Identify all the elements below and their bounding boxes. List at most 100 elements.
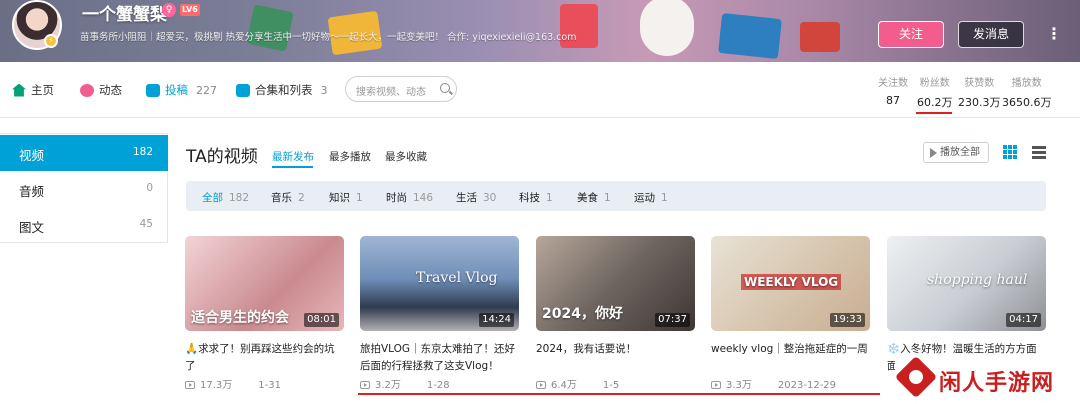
tab-label: 主页 xyxy=(31,83,54,97)
sort-latest[interactable]: 最新发布 xyxy=(272,149,314,164)
video-duration: 19:33 xyxy=(830,313,865,327)
sidebar-item-label: 图文 xyxy=(19,220,45,235)
watermark: 闲人手游网 xyxy=(894,355,1080,404)
filter-fashion[interactable]: 时尚 146 xyxy=(386,190,433,205)
thumbnail-caption: WEEKLY VLOG xyxy=(741,274,842,290)
video-meta: 17.3万 1-31 xyxy=(185,376,344,391)
tab-label: 动态 xyxy=(99,83,122,97)
filter-label: 科技 xyxy=(519,192,540,204)
sidebar-item-article[interactable]: 图文 45 xyxy=(0,207,168,243)
tab-uploads[interactable]: 投稿 227 xyxy=(146,81,217,99)
sidebar-item-video[interactable]: 视频 182 xyxy=(0,135,168,171)
gift-box-decoration xyxy=(800,22,840,52)
upload-icon xyxy=(146,83,160,97)
thumbnail-caption: shopping haul xyxy=(927,272,1028,288)
stat-label: 播放数 xyxy=(1011,78,1042,89)
annotation-underline xyxy=(358,393,880,395)
annotation-underline xyxy=(916,112,952,114)
video-thumbnail[interactable]: 适合男生的约会 08:01 xyxy=(185,236,344,331)
video-thumbnail[interactable]: 2024，你好 07:37 xyxy=(536,236,695,331)
thumbnail-caption: 适合男生的约会 xyxy=(191,310,289,326)
sidebar-item-count: 182 xyxy=(132,146,153,158)
publish-date: 1-5 xyxy=(602,380,620,391)
list-view-icon[interactable] xyxy=(1032,146,1046,159)
sort-most-played[interactable]: 最多播放 xyxy=(329,149,371,164)
stat-label: 关注数 xyxy=(878,78,908,89)
vip-badge-icon: ⚡ xyxy=(44,34,58,48)
message-button[interactable]: 发消息 xyxy=(958,21,1024,48)
video-title[interactable]: weekly vlog｜整治拖延症的一周 xyxy=(711,341,870,358)
video-card[interactable]: shopping haul 04:17 ❄️入冬好物！温暖生活的方方面面 xyxy=(887,236,1046,372)
play-icon xyxy=(930,148,937,158)
video-card[interactable]: 适合男生的约会 08:01 🙏求求了！别再踩这些约会的坑了 17.3万 1-31 xyxy=(185,236,344,391)
filter-all[interactable]: 全部 182 xyxy=(202,190,249,205)
video-meta: 6.4万 1-5 xyxy=(536,376,695,391)
female-icon: ♀ xyxy=(162,3,176,17)
play-count-icon xyxy=(711,381,721,389)
filter-label: 知识 xyxy=(329,192,350,204)
tab-collections[interactable]: 合集和列表 3 xyxy=(236,81,328,99)
filter-count: 2 xyxy=(298,192,305,204)
publish-date: 2023-12-29 xyxy=(777,380,837,391)
video-thumbnail[interactable]: shopping haul 04:17 xyxy=(887,236,1046,331)
filter-count: 1 xyxy=(356,192,363,204)
stat-value: 60.2万 xyxy=(917,96,953,109)
filter-tech[interactable]: 科技 1 xyxy=(519,190,553,205)
tab-label: 合集和列表 xyxy=(255,83,313,97)
dynamic-icon xyxy=(80,83,94,97)
tab-home[interactable]: 主页 xyxy=(12,81,54,99)
level-badge: LV6 xyxy=(180,4,200,16)
gift-box-decoration xyxy=(718,12,782,60)
stat-fans[interactable]: 粉丝数 60.2万 xyxy=(917,74,953,110)
video-title[interactable]: 🙏求求了！别再踩这些约会的坑了 xyxy=(185,341,344,375)
stat-likes: 获赞数 230.3万 xyxy=(958,74,1001,110)
sidebar-item-count: 0 xyxy=(146,182,153,194)
stat-label: 粉丝数 xyxy=(919,78,950,89)
filter-count: 182 xyxy=(229,192,250,204)
more-vertical-icon[interactable]: ⋮ xyxy=(1046,24,1062,44)
publish-date: 1-28 xyxy=(426,380,450,391)
search-icon[interactable] xyxy=(440,83,450,93)
filter-sports[interactable]: 运动 1 xyxy=(634,190,668,205)
watermark-logo-icon xyxy=(894,355,938,399)
view-count: 3.2万 xyxy=(375,380,401,391)
filter-count: 1 xyxy=(661,192,668,204)
stat-following[interactable]: 关注数 87 xyxy=(878,74,908,107)
video-card[interactable]: 2024，你好 07:37 2024，我有话要说！ 6.4万 1-5 xyxy=(536,236,695,391)
filter-music[interactable]: 音乐 2 xyxy=(271,190,305,205)
sidebar-item-audio[interactable]: 音频 0 xyxy=(0,171,168,207)
view-count: 17.3万 xyxy=(200,380,233,391)
profile-nav: 主页 动态 投稿 227 合集和列表 3 搜索视频、动态 关注数 87 粉丝数 … xyxy=(0,62,1080,118)
play-all-button[interactable]: 播放全部 xyxy=(923,142,989,163)
filter-knowledge[interactable]: 知识 1 xyxy=(329,190,363,205)
follow-button[interactable]: 关注 xyxy=(878,21,944,48)
view-count: 3.3万 xyxy=(726,380,752,391)
watermark-text: 闲人手游网 xyxy=(939,371,1055,396)
category-filter-bar: 全部 182 音乐 2 知识 1 时尚 146 生活 30 科技 1 美食 1 运动 1 xyxy=(186,181,1046,211)
video-thumbnail[interactable]: WEEKLY VLOG 19:33 xyxy=(711,236,870,331)
filter-food[interactable]: 美食 1 xyxy=(577,190,611,205)
video-duration: 14:24 xyxy=(479,313,514,327)
filter-label: 美食 xyxy=(577,192,598,204)
filter-life[interactable]: 生活 30 xyxy=(456,190,496,205)
sort-most-favorited[interactable]: 最多收藏 xyxy=(385,149,427,164)
section-title: TA的视频 xyxy=(186,147,258,167)
stat-value: 87 xyxy=(886,94,900,107)
tab-dynamic[interactable]: 动态 xyxy=(80,81,122,99)
filter-count: 146 xyxy=(413,192,434,204)
video-card[interactable]: WEEKLY VLOG 19:33 weekly vlog｜整治拖延症的一周 3… xyxy=(711,236,870,391)
grid-view-icon[interactable] xyxy=(1003,145,1017,159)
collection-icon xyxy=(236,83,250,97)
search-input[interactable]: 搜索视频、动态 xyxy=(345,76,457,102)
filter-label: 时尚 xyxy=(386,192,407,204)
video-card[interactable]: Travel Vlog 14:24 旅拍VLOG｜东京太难拍了！还好后面的行程拯… xyxy=(360,236,519,391)
video-title[interactable]: 2024，我有话要说！ xyxy=(536,341,695,358)
signature: 苗事务所小阻阻｜超爱买，极挑剔 热爱分享生活中一切好物～一起长大，一起变美吧！ … xyxy=(80,32,577,43)
filter-label: 音乐 xyxy=(271,192,292,204)
username: 一个蟹蟹梨 xyxy=(82,5,167,25)
publish-date: 1-31 xyxy=(258,380,281,391)
video-title[interactable]: 旅拍VLOG｜东京太难拍了！还好后面的行程拯救了这支Vlog！ xyxy=(360,341,519,375)
content-type-sidebar: 视频 182 音频 0 图文 45 xyxy=(0,133,168,243)
stat-value: 230.3万 xyxy=(958,96,1001,109)
video-thumbnail[interactable]: Travel Vlog 14:24 xyxy=(360,236,519,331)
